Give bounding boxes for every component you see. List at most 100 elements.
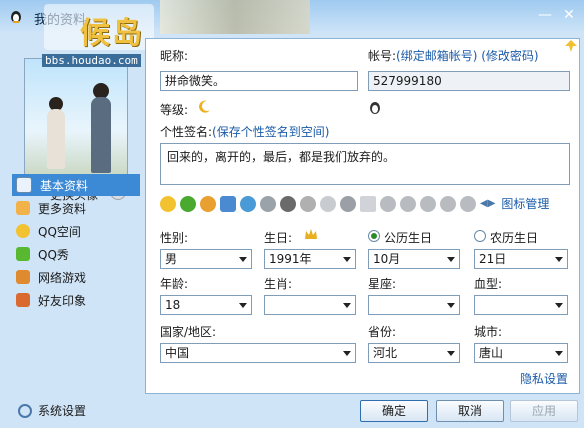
privacy-settings-link[interactable]: 隐私设置 [520, 370, 568, 387]
icon-scroll-arrows-icon[interactable]: ◀▶ [480, 198, 495, 209]
birth-day-select[interactable]: 21日 [474, 249, 568, 269]
mail-icon[interactable] [360, 195, 376, 212]
penguin-icon [11, 11, 21, 23]
chevron-down-icon [447, 351, 455, 356]
qqshow-icon [16, 247, 30, 261]
sidebar-item-qqshow[interactable]: QQ秀 [12, 243, 140, 265]
id-card-icon [16, 177, 32, 193]
account-field: 527999180 [368, 71, 570, 91]
birth-year-value: 1991年 [269, 252, 312, 266]
diamond-icon[interactable] [420, 195, 436, 212]
watermark-url: bbs.houdao.com [42, 54, 141, 67]
zodiac-label: 生肖: [264, 277, 293, 291]
birth-month-value: 10月 [373, 252, 401, 266]
sidebar-item-label: QQ空间 [38, 224, 81, 239]
minimize-icon[interactable]: — [536, 6, 554, 24]
close-icon[interactable]: ✕ [560, 6, 578, 24]
nickname-field[interactable]: 拼命微笑。 [160, 71, 358, 91]
pin-icon[interactable] [564, 39, 578, 53]
account-label: 帐号:(绑定邮箱帐号) (修改密码) [368, 47, 539, 64]
qzone-star-icon[interactable] [160, 195, 176, 212]
province-label: 省份: [368, 325, 397, 339]
photo-icon[interactable] [220, 195, 236, 212]
chevron-down-icon [239, 257, 247, 262]
avatar-figure [91, 97, 111, 173]
avatar[interactable] [24, 58, 128, 180]
age-value: 18 [165, 298, 181, 312]
title-background-photo [160, 0, 310, 34]
penguin-icon [370, 102, 380, 114]
gender-value: 男 [165, 252, 178, 266]
chevron-down-icon [555, 303, 563, 308]
title-bar[interactable]: 我的资料 候岛 — ✕ [0, 0, 584, 51]
crown-icon [305, 229, 317, 239]
diamond-icon[interactable] [380, 195, 396, 212]
constellation-select[interactable] [368, 295, 460, 315]
birth-month-select[interactable]: 10月 [368, 249, 460, 269]
sidebar-item-label: 网络游戏 [38, 270, 87, 285]
birth-year-select[interactable]: 1991年 [264, 249, 356, 269]
constellation-label: 星座: [368, 277, 397, 291]
penguin-icon[interactable] [200, 195, 216, 212]
chevron-down-icon [343, 351, 351, 356]
country-label: 国家/地区: [160, 325, 217, 339]
sidebar-item-more[interactable]: 更多资料 [12, 197, 140, 219]
profile-more-icon [16, 201, 30, 215]
music-icon[interactable] [240, 195, 256, 212]
account-label-text: 帐号: [368, 49, 397, 63]
change-password-link[interactable]: (修改密码) [481, 49, 538, 63]
save-signature-link[interactable]: (保存个性签名到空间) [212, 125, 329, 139]
avatar-figure [47, 109, 65, 169]
country-select[interactable]: 中国 [160, 343, 356, 363]
province-select[interactable]: 河北 [368, 343, 460, 363]
icon-manage-link[interactable]: 图标管理 [501, 195, 549, 212]
clover-icon[interactable] [180, 195, 196, 212]
chevron-down-icon [343, 257, 351, 262]
sidebar-item-label: 更多资料 [38, 201, 87, 216]
sidebar-item-qzone[interactable]: QQ空间 [12, 220, 140, 242]
diamond-icon[interactable] [320, 195, 336, 212]
cancel-button[interactable]: 取消 [436, 400, 504, 422]
shield-icon[interactable] [340, 195, 356, 212]
blood-type-label: 血型: [474, 277, 503, 291]
gender-select[interactable]: 男 [160, 249, 252, 269]
auction-icon[interactable] [300, 195, 316, 212]
nickname-label: 昵称: [160, 49, 189, 63]
profile-window: 我的资料 候岛 — ✕ 更换头像 bbs.houdao.com 基本资料 更多资… [0, 0, 584, 428]
city-label: 城市: [474, 325, 503, 339]
ok-button[interactable]: 确定 [360, 400, 428, 422]
lunar-birthday-radio[interactable] [474, 230, 486, 242]
sidebar-item-impression[interactable]: 好友印象 [12, 289, 140, 311]
chevron-down-icon [555, 351, 563, 356]
icon-toolbar: ◀▶ 图标管理 [160, 195, 549, 212]
sidebar-nav: 基本资料 更多资料 QQ空间 QQ秀 网络游戏 好友印象 [12, 174, 140, 312]
solar-birthday-radio[interactable] [368, 230, 380, 242]
diamond-icon[interactable] [460, 195, 476, 212]
lunar-birthday-label: 农历生日 [490, 231, 539, 245]
diamond-icon[interactable] [400, 195, 416, 212]
city-select[interactable]: 唐山 [474, 343, 568, 363]
sidebar-item-games[interactable]: 网络游戏 [12, 266, 140, 288]
signature-field[interactable]: 回来的，离开的，最后，都是我们放弃的。 [160, 143, 570, 185]
penguin-gray-icon[interactable] [280, 195, 296, 212]
heart-icon[interactable] [260, 195, 276, 212]
sidebar-item-label: 好友印象 [38, 293, 87, 308]
apply-button[interactable]: 应用 [510, 400, 578, 422]
birth-day-value: 21日 [479, 252, 507, 266]
age-select[interactable]: 18 [160, 295, 252, 315]
sidebar-item-label: 基本资料 [40, 178, 89, 193]
system-settings-link[interactable]: 系统设置 [18, 402, 86, 419]
signature-label: 个性签名:(保存个性签名到空间) [160, 123, 329, 140]
chevron-down-icon [343, 303, 351, 308]
diamond-icon[interactable] [440, 195, 456, 212]
qzone-star-icon [16, 224, 30, 238]
chevron-down-icon [447, 257, 455, 262]
chevron-down-icon [447, 303, 455, 308]
basic-info-panel: 昵称: 拼命微笑。 帐号:(绑定邮箱帐号) (修改密码) 527999180 等… [145, 38, 580, 394]
sidebar-item-basic[interactable]: 基本资料 [12, 174, 140, 196]
zodiac-select[interactable] [264, 295, 356, 315]
game-icon [16, 270, 30, 284]
bind-email-link[interactable]: (绑定邮箱帐号) [396, 49, 477, 63]
blood-type-select[interactable] [474, 295, 568, 315]
city-value: 唐山 [479, 346, 504, 360]
